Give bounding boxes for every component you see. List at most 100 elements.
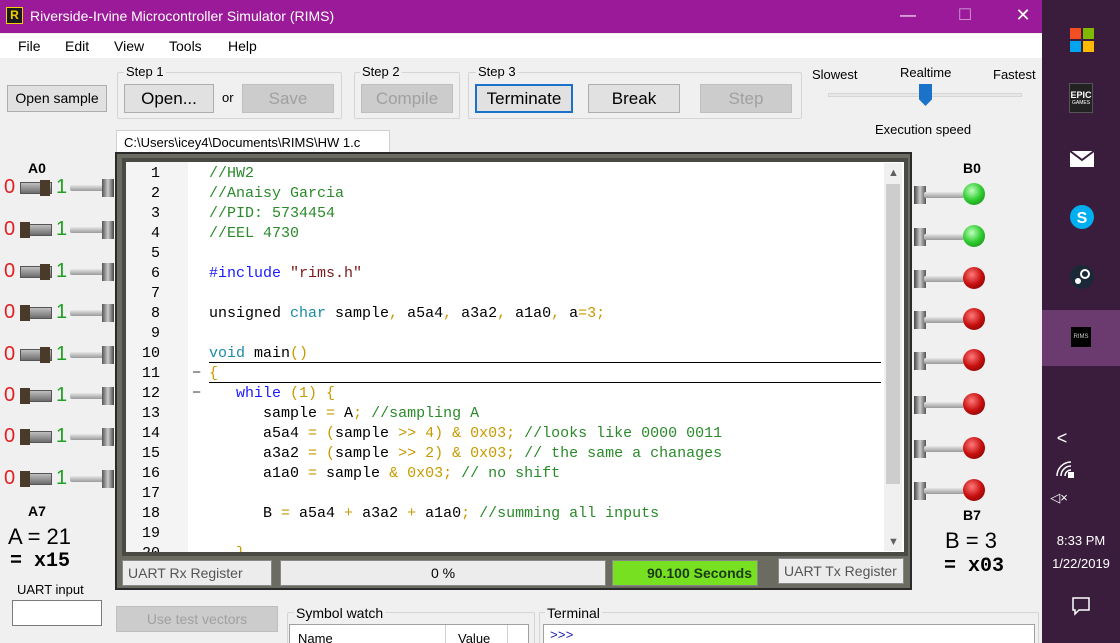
minimize-button[interactable]: — (885, 0, 931, 33)
skype-taskbar-item[interactable]: S (1042, 192, 1120, 242)
file-tab[interactable]: C:\Users\icey4\Documents\RIMS\HW 1.c (116, 130, 390, 154)
input-switch-a7[interactable]: 01 (0, 464, 120, 494)
code-line[interactable]: 20 } (126, 544, 884, 552)
input-switch-a1[interactable]: 01 (0, 215, 120, 245)
fold-marker-icon[interactable]: − (192, 384, 201, 404)
scrollbar-thumb[interactable] (886, 184, 900, 484)
col-value-header[interactable]: Value (458, 631, 490, 643)
clock-time[interactable]: 8:33 PM (1042, 533, 1120, 548)
code-token: >> 4) & 0x03; (398, 425, 516, 442)
code-token: = (326, 405, 336, 422)
input-switch-a5[interactable]: 01 (0, 381, 120, 411)
rims-taskbar-item[interactable]: RIMS (1042, 310, 1120, 366)
mail-taskbar-item[interactable] (1042, 133, 1120, 183)
line-number: 1 (150, 165, 160, 182)
code-line[interactable]: 14 a5a4 = (sample >> 4) & 0x03; //looks … (126, 424, 884, 444)
code-token: ; (461, 505, 471, 522)
save-button[interactable]: Save (242, 84, 334, 113)
code-text: unsigned char sample, a5a4, a3a2, a1a0, … (209, 304, 605, 324)
pin-connector (102, 470, 114, 488)
col-name-header[interactable]: Name (298, 631, 333, 643)
code-line[interactable]: 2 //Anaisy Garcia (126, 184, 884, 204)
epic-subtext: GAMES (1071, 100, 1091, 106)
code-line[interactable]: 10 void main() (126, 344, 884, 364)
chevron-left-icon[interactable]: < (1023, 428, 1101, 449)
line-number: 14 (141, 425, 160, 442)
terminate-button[interactable]: Terminate (475, 84, 573, 113)
steam-taskbar-item[interactable] (1042, 252, 1120, 302)
output-led-b3 (912, 307, 992, 337)
code-line[interactable]: 3 //PID: 5734454 (126, 204, 884, 224)
code-editor[interactable]: 1 //HW2 2 //Anaisy Garcia 3 //PID: 5734454 4 //… (126, 162, 904, 552)
switch-knob[interactable] (20, 222, 30, 238)
one-label: 1 (56, 176, 68, 198)
code-line[interactable]: 5 (126, 244, 884, 264)
step-button[interactable]: Step (700, 84, 792, 113)
input-switch-a6[interactable]: 01 (0, 422, 120, 452)
code-line[interactable]: 6 #include "rims.h" (126, 264, 884, 284)
menu-tools[interactable]: Tools (169, 38, 202, 54)
open-button[interactable]: Open... (124, 84, 214, 113)
volume-muted-icon[interactable]: ◁× (1020, 490, 1098, 506)
menu-help[interactable]: Help (228, 38, 257, 54)
break-button[interactable]: Break (588, 84, 680, 113)
switch-knob[interactable] (20, 388, 30, 404)
uart-input-label: UART input (17, 582, 84, 597)
code-line[interactable]: 19 (126, 524, 884, 544)
switch-knob[interactable] (20, 305, 30, 321)
epic-taskbar-item[interactable]: EPIC GAMES (1042, 73, 1120, 123)
menu-file[interactable]: File (18, 38, 41, 54)
clock-date[interactable]: 1/22/2019 (1042, 556, 1120, 571)
fold-marker-icon[interactable]: − (192, 364, 201, 384)
code-line[interactable]: 17 (126, 484, 884, 504)
code-line[interactable]: 18 B = a5a4 + a3a2 + a1a0; //summing all… (126, 504, 884, 524)
output-led-b6 (912, 436, 992, 466)
window-title: Riverside-Irvine Microcontroller Simulat… (30, 8, 335, 24)
use-test-vectors-button[interactable]: Use test vectors (116, 606, 278, 632)
maximize-button[interactable]: ☐ (942, 0, 988, 33)
input-switch-a3[interactable]: 01 (0, 298, 120, 328)
code-line[interactable]: 9 (126, 324, 884, 344)
code-token: a3a2 (209, 445, 309, 462)
code-line[interactable]: 4 //EEL 4730 (126, 224, 884, 244)
action-center-icon[interactable] (1071, 596, 1091, 616)
terminal-output[interactable]: >>> (543, 624, 1035, 643)
code-line[interactable]: 11 −{ (126, 364, 884, 384)
code-token: a3a2 (452, 305, 498, 322)
switch-knob[interactable] (40, 264, 50, 280)
code-line[interactable]: 8 unsigned char sample, a5a4, a3a2, a1a0,… (126, 304, 884, 324)
code-line[interactable]: 1 //HW2 (126, 164, 884, 184)
speed-slider-thumb[interactable] (919, 84, 932, 106)
output-led-b4 (912, 348, 992, 378)
output-led-b7 (912, 478, 992, 508)
menu-view[interactable]: View (114, 38, 144, 54)
input-switch-a2[interactable]: 01 (0, 257, 120, 287)
switch-knob[interactable] (20, 429, 30, 445)
wifi-icon[interactable] (1055, 460, 1075, 478)
symbol-watch-table[interactable]: Name Value (289, 624, 529, 643)
menu-edit[interactable]: Edit (65, 38, 89, 54)
zero-label: 0 (4, 343, 16, 365)
code-token: , (497, 305, 507, 322)
compile-button[interactable]: Compile (361, 84, 453, 113)
input-switch-a4[interactable]: 01 (0, 340, 120, 370)
close-button[interactable]: ✕ (1000, 0, 1042, 33)
store-taskbar-item[interactable] (1042, 15, 1120, 65)
switch-knob[interactable] (20, 471, 30, 487)
switch-knob[interactable] (40, 180, 50, 196)
code-token: >> 2) & 0x03; (398, 445, 516, 462)
scroll-down-icon[interactable]: ▼ (888, 536, 899, 548)
switch-knob[interactable] (40, 347, 50, 363)
code-line[interactable]: 12 − while (1) { (126, 384, 884, 404)
code-line[interactable]: 16 a1a0 = sample & 0x03; // no shift (126, 464, 884, 484)
open-sample-button[interactable]: Open sample (7, 85, 107, 112)
slowest-label: Slowest (812, 67, 858, 82)
code-line[interactable]: 13 sample = A; //sampling A (126, 404, 884, 424)
code-token: sample (335, 425, 399, 442)
code-token: // the same a chanages (515, 445, 723, 462)
uart-input-field[interactable] (12, 600, 102, 626)
input-switch-a0[interactable]: 01 (0, 173, 120, 203)
scroll-up-icon[interactable]: ▲ (888, 167, 899, 179)
code-line[interactable]: 7 (126, 284, 884, 304)
code-line[interactable]: 15 a3a2 = (sample >> 2) & 0x03; // the s… (126, 444, 884, 464)
